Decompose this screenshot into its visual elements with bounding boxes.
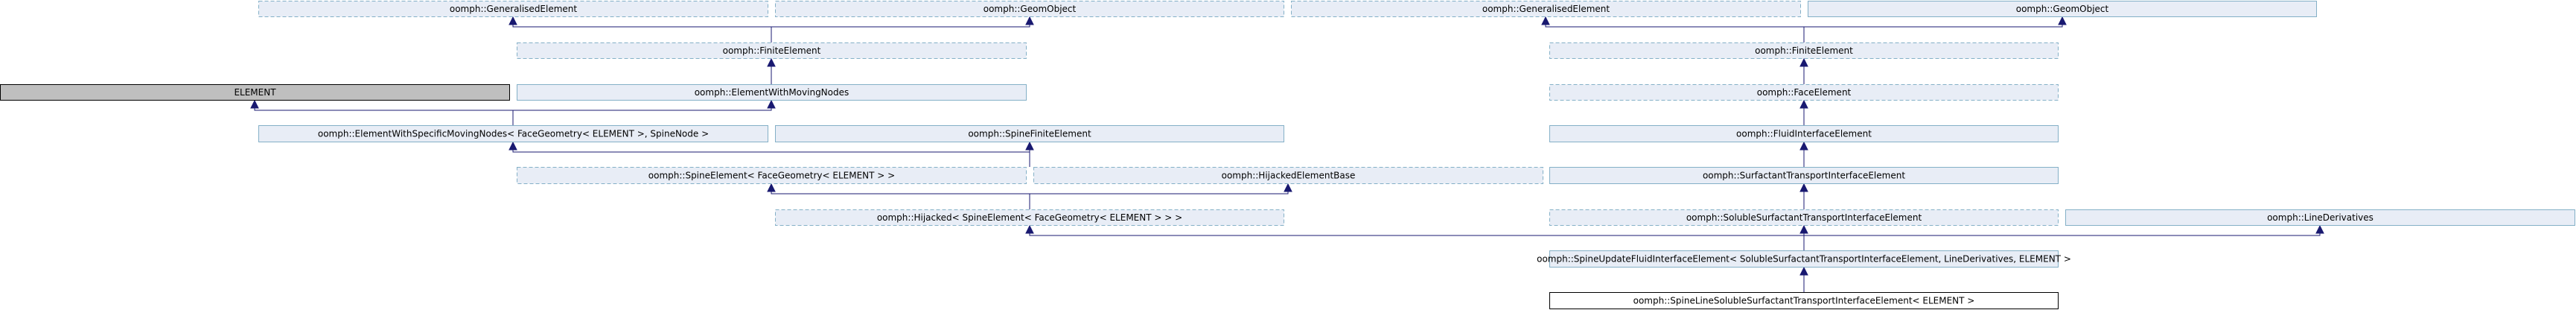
class-label: oomph::FiniteElement [723, 45, 821, 56]
class-label: oomph::SurfactantTransportInterfaceEleme… [1703, 171, 1905, 181]
inheritance-edge [512, 142, 1030, 167]
inheritance-arrowhead [1799, 141, 1808, 151]
inheritance-arrowhead [1799, 183, 1808, 192]
class-node-hijacked[interactable]: oomph::Hijacked< SpineElement< FaceGeome… [775, 209, 1284, 226]
inheritance-arrowhead [767, 57, 776, 67]
class-node-specific-moving[interactable]: oomph::ElementWithSpecificMovingNodes< F… [258, 125, 768, 142]
class-label: oomph::SpineUpdateFluidInterfaceElement<… [1537, 254, 2071, 265]
class-label: oomph::ElementWithSpecificMovingNodes< F… [318, 129, 709, 139]
class-node-fluid-interface[interactable]: oomph::FluidInterfaceElement [1549, 125, 2059, 142]
class-node-element: ELEMENT [0, 84, 510, 101]
class-label: oomph::FaceElement [1757, 87, 1852, 98]
class-label: oomph::GeneralisedElement [450, 4, 578, 14]
inheritance-arrowhead [1025, 141, 1034, 151]
class-node-spine-element[interactable]: oomph::SpineElement< FaceGeometry< ELEME… [517, 167, 1027, 184]
class-node-surfactant[interactable]: oomph::SurfactantTransportInterfaceEleme… [1549, 167, 2059, 184]
class-label: oomph::FiniteElement [1755, 45, 1853, 56]
class-node-line-derivatives[interactable]: oomph::LineDerivatives [2065, 209, 2575, 226]
class-node-geomobject-2[interactable]: oomph::GeomObject [1808, 1, 2317, 17]
class-node-moving-nodes[interactable]: oomph::ElementWithMovingNodes [517, 84, 1027, 101]
class-node-geomobject-1[interactable]: oomph::GeomObject [775, 1, 1284, 17]
class-label: oomph::ElementWithMovingNodes [695, 87, 849, 98]
inheritance-arrowhead [767, 99, 776, 109]
inheritance-arrowhead [1799, 57, 1808, 67]
inheritance-edge [1803, 226, 2321, 250]
class-nodes: oomph::GeneralisedElement oomph::GeomObje… [0, 1, 2575, 309]
inheritance-arrowhead [2058, 16, 2067, 25]
inheritance-edge [771, 184, 1030, 209]
inheritance-arrowhead [1799, 266, 1808, 276]
class-label: oomph::SpineLineSolubleSurfactantTranspo… [1633, 296, 1975, 306]
class-label: oomph::Hijacked< SpineElement< FaceGeome… [877, 212, 1182, 223]
inheritance-edge [1545, 17, 1805, 42]
inheritance-arrowhead [1025, 16, 1034, 25]
inheritance-arrowhead [1541, 16, 1550, 25]
class-node-finite-1[interactable]: oomph::FiniteElement [517, 42, 1027, 59]
class-node-generalised-2[interactable]: oomph::GeneralisedElement [1291, 1, 1801, 17]
class-label: oomph::SpineElement< FaceGeometry< ELEME… [648, 171, 895, 181]
class-label: oomph::LineDerivatives [2267, 212, 2373, 223]
inheritance-arrowhead [2315, 224, 2324, 234]
class-node-face-element[interactable]: oomph::FaceElement [1549, 84, 2059, 101]
class-node-spine-finite[interactable]: oomph::SpineFiniteElement [775, 125, 1284, 142]
inheritance-edge [771, 17, 1030, 42]
class-label: ELEMENT [234, 87, 276, 98]
class-node-finite-2[interactable]: oomph::FiniteElement [1549, 42, 2059, 59]
class-label: oomph::FluidInterfaceElement [1736, 129, 1872, 139]
inheritance-edge [254, 101, 514, 125]
class-node-soluble[interactable]: oomph::SolubleSurfactantTransportInterfa… [1549, 209, 2059, 226]
inheritance-arrowhead [508, 141, 517, 151]
inheritance-diagram: oomph::GeneralisedElement oomph::GeomObje… [0, 1, 2575, 309]
class-node-spine-update[interactable]: oomph::SpineUpdateFluidInterfaceElement<… [1537, 250, 2071, 268]
class-node-spine-line: oomph::SpineLineSolubleSurfactantTranspo… [1549, 292, 2059, 309]
inheritance-arrowhead [1799, 224, 1808, 234]
inheritance-edge [1029, 184, 1289, 209]
inheritance-edge [512, 17, 772, 42]
class-label: oomph::SolubleSurfactantTransportInterfa… [1686, 212, 1922, 223]
class-label: oomph::SpineFiniteElement [968, 129, 1091, 139]
inheritance-edge [512, 101, 772, 125]
inheritance-arrowhead [1799, 99, 1808, 109]
class-node-hijacked-base[interactable]: oomph::HijackedElementBase [1033, 167, 1543, 184]
inheritance-arrowhead [1284, 183, 1292, 192]
inheritance-arrowhead [767, 183, 776, 192]
inheritance-edge [1803, 17, 2063, 42]
inheritance-edge [1029, 226, 1805, 250]
inheritance-arrowhead [508, 16, 517, 25]
class-label: oomph::GeomObject [2016, 4, 2109, 14]
inheritance-arrowhead [250, 99, 259, 109]
class-label: oomph::GeneralisedElement [1482, 4, 1610, 14]
class-label: oomph::GeomObject [983, 4, 1077, 14]
inheritance-arrowhead [1025, 224, 1034, 234]
class-node-generalised-1[interactable]: oomph::GeneralisedElement [258, 1, 768, 17]
class-label: oomph::HijackedElementBase [1222, 171, 1356, 181]
